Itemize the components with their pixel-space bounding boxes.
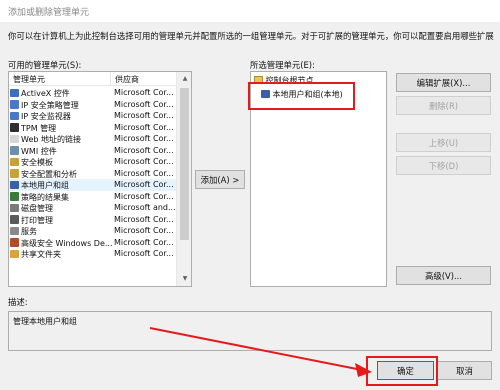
print-management-icon xyxy=(10,215,19,224)
snapin-vendor: Microsoft Cor... xyxy=(114,145,174,155)
description-label: 描述: xyxy=(8,297,28,307)
snapin-name: Web 地址的链接 xyxy=(21,135,81,144)
snapin-vendor: Microsoft and... xyxy=(114,203,176,212)
snapin-row[interactable]: 服务 Microsoft Cor... xyxy=(9,225,176,237)
snapin-vendor: Microsoft Cor... xyxy=(114,168,174,178)
cancel-button[interactable]: 取消 xyxy=(437,361,492,380)
snapin-row[interactable]: 本地用户和组 Microsoft Cor... xyxy=(9,179,176,191)
scroll-thumb[interactable] xyxy=(180,88,189,240)
snapin-name: 高级安全 Windows De... xyxy=(21,238,113,248)
snapin-name: IP 安全策略管理 xyxy=(21,100,79,110)
snapin-row[interactable]: 磁盘管理 Microsoft and... xyxy=(9,202,176,214)
local-users-icon xyxy=(10,180,19,189)
snapin-vendor: Microsoft Cor... xyxy=(114,180,174,189)
snapin-name: 安全模板 xyxy=(21,158,53,167)
snapin-name: 本地用户和组 xyxy=(21,181,69,190)
snapin-name: ActiveX 控件 xyxy=(21,89,70,98)
list-scrollbar[interactable]: ▲ ▼ xyxy=(176,72,191,286)
annotation-ok-highlight-box xyxy=(366,356,438,386)
snapin-row[interactable]: ActiveX 控件 Microsoft Cor... xyxy=(9,87,176,99)
scroll-down-arrow-icon[interactable]: ▼ xyxy=(177,272,191,286)
list-header: 管理单元 供应商 xyxy=(9,72,176,86)
add-button[interactable]: 添加(A) > xyxy=(195,170,245,189)
snapin-row[interactable]: WMI 控件 Microsoft Cor... xyxy=(9,145,176,157)
advanced-button[interactable]: 高级(V)... xyxy=(396,266,491,285)
column-header-vendor[interactable]: 供应商 xyxy=(115,74,139,85)
snapin-vendor: Microsoft Cor... xyxy=(114,157,174,166)
window-title: 添加或删除管理单元 xyxy=(8,8,90,18)
intro-text: 你可以在计算机上为此控制台选择可用的管理单元并配置所选的一组管理单元。对于可扩展… xyxy=(8,31,494,41)
snapin-row[interactable]: Web 地址的链接 Microsoft Cor... xyxy=(9,133,176,145)
ip-security-policy-icon xyxy=(10,100,19,109)
snapin-row[interactable]: 策略的结果集 Microsoft Cor... xyxy=(9,191,176,203)
security-template-icon xyxy=(10,157,19,166)
security-config-icon xyxy=(10,169,19,178)
snapin-vendor: Microsoft Cor... xyxy=(114,122,174,132)
snapin-row[interactable]: 共享文件夹 Microsoft Cor... xyxy=(9,248,176,260)
remove-button[interactable]: 删除(R) xyxy=(396,96,491,115)
snapin-row[interactable]: 安全模板 Microsoft Cor... xyxy=(9,156,176,168)
snapin-name: 策略的结果集 xyxy=(21,192,69,202)
snapin-name: 安全配置和分析 xyxy=(21,169,77,179)
snapin-name: 打印管理 xyxy=(21,215,53,225)
wmi-icon xyxy=(10,146,19,155)
snapin-name: WMI 控件 xyxy=(21,146,57,156)
snapin-name: 服务 xyxy=(21,227,37,236)
activex-icon xyxy=(10,88,19,97)
snapin-name: 磁盘管理 xyxy=(21,204,53,213)
scroll-up-arrow-icon[interactable]: ▲ xyxy=(177,72,191,86)
snapin-rows: ActiveX 控件 Microsoft Cor... IP 安全策略管理 Micro… xyxy=(9,87,176,260)
snapin-row[interactable]: 安全配置和分析 Microsoft Cor... xyxy=(9,168,176,180)
edit-extensions-button[interactable]: 编辑扩展(X)... xyxy=(396,73,491,92)
description-box: 管理本地用户和组 xyxy=(8,311,492,351)
ip-security-monitor-icon xyxy=(10,111,19,120)
move-down-button[interactable]: 下移(D) xyxy=(396,156,491,175)
snapin-name: TPM 管理 xyxy=(21,123,57,133)
disk-management-icon xyxy=(10,203,19,212)
snapin-vendor: Microsoft Cor... xyxy=(114,226,174,235)
column-header-snapin[interactable]: 管理单元 xyxy=(13,74,45,85)
snapin-row[interactable]: 打印管理 Microsoft Cor... xyxy=(9,214,176,226)
snapin-vendor: Microsoft Cor... xyxy=(114,191,174,201)
snapin-name: IP 安全监视器 xyxy=(21,112,71,121)
snapin-vendor: Microsoft Cor... xyxy=(114,99,174,109)
snapin-vendor: Microsoft Cor... xyxy=(114,249,174,258)
snapin-name: 共享文件夹 xyxy=(21,250,61,259)
snapin-row[interactable]: TPM 管理 Microsoft Cor... xyxy=(9,122,176,134)
snapin-row[interactable]: IP 安全策略管理 Microsoft Cor... xyxy=(9,99,176,111)
web-link-icon xyxy=(10,134,19,143)
snapin-vendor: Microsoft Cor... xyxy=(114,214,174,224)
shared-folder-icon xyxy=(10,249,19,258)
snapin-vendor: Microsoft Cor... xyxy=(114,134,174,143)
available-snapins-label: 可用的管理单元(S): xyxy=(8,60,82,70)
move-up-button[interactable]: 上移(U) xyxy=(396,133,491,152)
snapin-vendor: Microsoft Cor... xyxy=(114,88,174,97)
selected-snapins-label: 所选管理单元(E): xyxy=(250,60,315,70)
column-divider[interactable] xyxy=(110,72,111,86)
description-text: 管理本地用户和组 xyxy=(13,317,77,326)
snapin-vendor: Microsoft Cor... xyxy=(114,111,174,120)
firewall-icon xyxy=(10,238,19,247)
services-icon xyxy=(10,226,19,235)
annotation-highlight-box xyxy=(248,82,355,110)
snapin-vendor: Microsoft Cor... xyxy=(114,237,174,247)
snapin-row[interactable]: IP 安全监视器 Microsoft Cor... xyxy=(9,110,176,122)
available-snapins-list[interactable]: 管理单元 供应商 ActiveX 控件 Microsoft Cor... IP 安全… xyxy=(8,71,192,287)
title-bar: 添加或删除管理单元 xyxy=(0,0,500,22)
snapin-row[interactable]: 高级安全 Windows De... Microsoft Cor... xyxy=(9,237,176,249)
tpm-icon xyxy=(10,123,19,132)
policy-result-icon xyxy=(10,192,19,201)
